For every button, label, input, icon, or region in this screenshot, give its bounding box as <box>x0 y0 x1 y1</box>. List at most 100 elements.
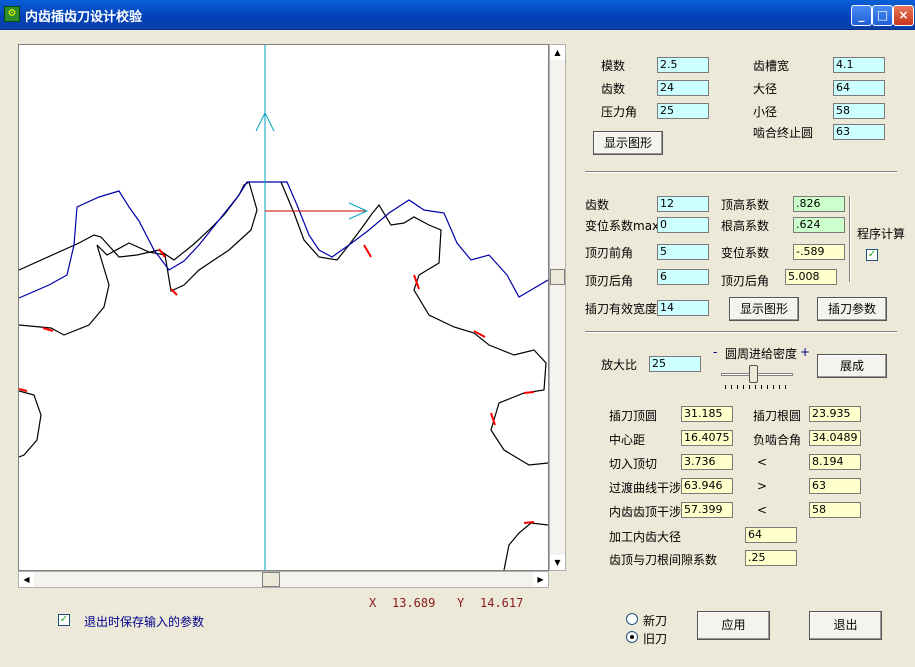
horizontal-scrollbar[interactable]: ◀ ▶ <box>18 571 549 588</box>
gear-teeth-input[interactable]: 24 <box>657 80 709 96</box>
scroll-right-icon[interactable]: ▶ <box>533 572 548 587</box>
cutter-root-field[interactable]: 23.935 <box>809 406 861 422</box>
top-rake-input[interactable]: 5 <box>657 244 709 260</box>
internal-gear-outline <box>18 181 258 336</box>
scroll-up-icon[interactable]: ▲ <box>550 45 565 60</box>
vertical-scrollbar[interactable]: ▲ ▼ <box>549 44 566 571</box>
pressure-angle-input[interactable]: 25 <box>657 103 709 119</box>
old-tool-radio[interactable] <box>626 631 638 643</box>
maximize-button[interactable]: □ <box>872 5 893 26</box>
gear-drawing-canvas[interactable] <box>18 44 549 571</box>
major-dia-label: 大径 <box>753 82 778 96</box>
pressure-angle-label: 压力角 <box>601 105 638 119</box>
shift-max-input[interactable]: 0 <box>657 217 709 233</box>
top-relief2-label: 顶刃后角 <box>721 274 770 288</box>
interference-mark <box>523 521 535 524</box>
effective-width-label: 插刀有效宽度 <box>585 302 658 316</box>
show-gear-button[interactable]: 显示图形 <box>593 131 663 155</box>
clearance-label: 齿顶与刀根间隙系数 <box>609 553 718 567</box>
horizontal-scroll-thumb[interactable] <box>262 572 280 587</box>
dedendum-coef-label: 根高系数 <box>721 219 770 233</box>
addendum-coef-field[interactable]: .826 <box>793 196 845 212</box>
cutter-teeth-input[interactable]: 12 <box>657 196 709 212</box>
minor-dia-input[interactable]: 58 <box>833 103 885 119</box>
top-relief-label: 顶刃后角 <box>585 274 634 288</box>
internal-gear-outline-right <box>280 181 549 466</box>
internal-gear-outline-lower <box>18 390 42 458</box>
shift-coef-label: 变位系数 <box>721 246 770 260</box>
tip-interf-label: 内齿齿顶干涉 <box>609 505 682 519</box>
minimize-button[interactable]: _ <box>851 5 872 26</box>
divider <box>585 331 897 333</box>
density-plus: + <box>800 345 811 359</box>
cut-in-ref-field[interactable]: 8.194 <box>809 454 861 470</box>
top-relief-input[interactable]: 6 <box>657 269 709 285</box>
divider <box>849 196 851 282</box>
transition-field[interactable]: 63.946 <box>681 478 733 494</box>
cutter-teeth-label: 齿数 <box>585 198 610 212</box>
dedendum-coef-field[interactable]: .624 <box>793 217 845 233</box>
interference-mark <box>363 244 372 258</box>
top-relief2-field[interactable]: 5.008 <box>785 269 837 285</box>
minor-dia-label: 小径 <box>753 105 778 119</box>
slider-thumb[interactable] <box>749 365 758 383</box>
title-bar[interactable]: ⚙ 内齿插齿刀设计校验 _ □ × <box>0 0 915 30</box>
divider <box>585 171 897 173</box>
apply-button[interactable]: 应用 <box>697 611 770 640</box>
x-coord-label: X <box>369 596 377 610</box>
major-dia-input[interactable]: 64 <box>833 80 885 96</box>
cutter-params-button[interactable]: 插刀参数 <box>817 297 887 321</box>
tip-interf-field[interactable]: 57.399 <box>681 502 733 518</box>
zoom-input[interactable]: 25 <box>649 356 701 372</box>
gear-drawing <box>18 45 549 571</box>
transition-ref-field[interactable]: 63 <box>809 478 861 494</box>
tip-interf-comparison: < <box>757 503 768 517</box>
center-dist-field[interactable]: 16.4075 <box>681 430 733 446</box>
exit-button[interactable]: 退出 <box>809 611 882 640</box>
scroll-left-icon[interactable]: ◀ <box>19 572 34 587</box>
new-tool-radio[interactable] <box>626 613 638 625</box>
module-label: 模数 <box>601 59 626 73</box>
vertical-scroll-thumb[interactable] <box>550 269 565 285</box>
close-button[interactable]: × <box>893 5 914 26</box>
interference-mark <box>523 391 535 394</box>
cutter-tip-field[interactable]: 31.185 <box>681 406 733 422</box>
mesh-end-circle-input[interactable]: 63 <box>833 124 885 140</box>
expand-button[interactable]: 展成 <box>817 354 887 378</box>
density-minus: - <box>713 345 718 359</box>
clearance-field[interactable]: .25 <box>745 550 797 566</box>
window-title: 内齿插齿刀设计校验 <box>25 10 143 25</box>
machining-dia-field[interactable]: 64 <box>745 527 797 543</box>
program-calc-label: 程序计算 <box>857 227 906 241</box>
module-input[interactable]: 2.5 <box>657 57 709 73</box>
y-coord-label: Y <box>457 596 465 610</box>
save-on-exit-checkbox[interactable]: ✓ <box>58 614 70 626</box>
gear-app-icon: ⚙ <box>4 6 20 22</box>
machining-dia-label: 加工内齿大径 <box>609 530 682 544</box>
zoom-label: 放大比 <box>601 358 638 372</box>
x-coord-value: 13.689 <box>392 596 436 610</box>
effective-width-input[interactable]: 14 <box>657 300 709 316</box>
program-calc-checkbox[interactable]: ✓ <box>866 249 878 261</box>
show-cutter-button[interactable]: 显示图形 <box>729 297 799 321</box>
top-rake-label: 顶刃前角 <box>585 246 634 260</box>
shift-max-label: 变位系数max <box>585 219 660 233</box>
gear-teeth-label: 齿数 <box>601 82 626 96</box>
save-on-exit-label: 退出时保存输入的参数 <box>84 615 205 629</box>
scroll-down-icon[interactable]: ▼ <box>550 555 565 570</box>
neg-mesh-field[interactable]: 34.0489 <box>809 430 861 446</box>
cutter-outline <box>18 181 549 299</box>
density-label: 圆周进给密度 <box>725 347 798 361</box>
neg-mesh-label: 负啮合角 <box>753 433 802 447</box>
density-slider[interactable] <box>721 363 793 391</box>
shift-coef-field[interactable]: -.589 <box>793 244 845 260</box>
cut-in-field[interactable]: 3.736 <box>681 454 733 470</box>
addendum-coef-label: 顶高系数 <box>721 198 770 212</box>
slot-width-label: 齿槽宽 <box>753 59 790 73</box>
slider-ticks <box>725 385 789 389</box>
tip-interf-ref-field[interactable]: 58 <box>809 502 861 518</box>
cutter-tip-label: 插刀顶圆 <box>609 409 658 423</box>
slot-width-input[interactable]: 4.1 <box>833 57 885 73</box>
center-dist-label: 中心距 <box>609 433 646 447</box>
new-tool-label: 新刀 <box>643 614 668 628</box>
